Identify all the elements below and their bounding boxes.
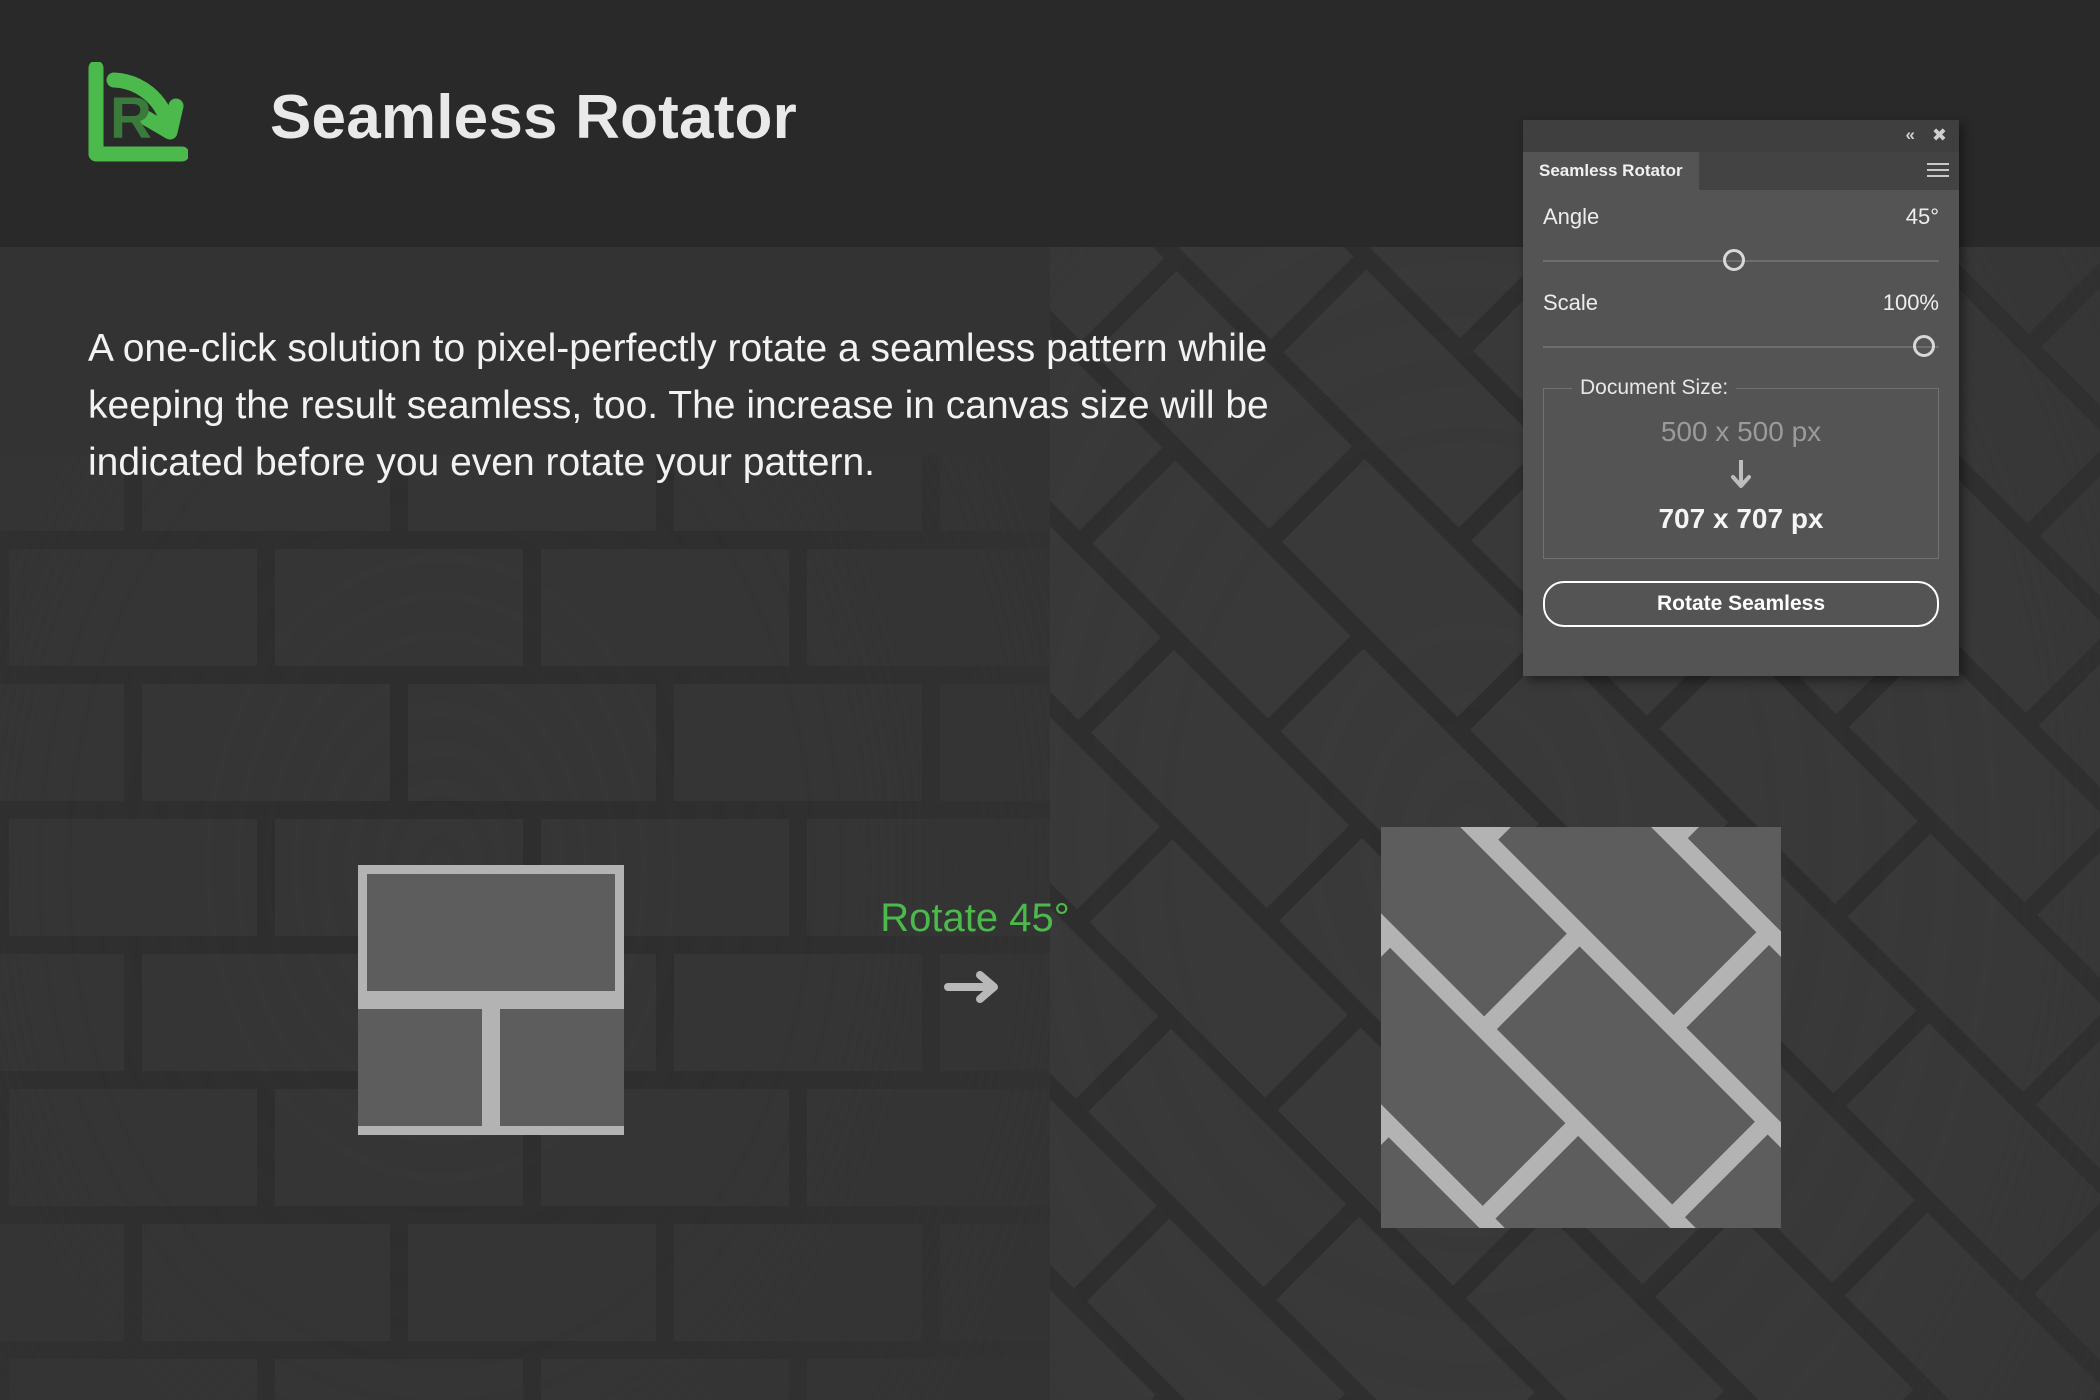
scale-label: Scale [1543, 290, 1599, 315]
scale-row: Scale 100% [1543, 290, 1939, 316]
document-size-group: Document Size: 500 x 500 px 707 x 707 px [1543, 376, 1939, 559]
angle-slider[interactable] [1543, 244, 1939, 278]
description-text: A one-click solution to pixel-perfectly … [88, 327, 1269, 484]
scale-slider-knob[interactable] [1913, 335, 1936, 357]
page-title: Seamless Rotator [270, 83, 797, 152]
close-icon[interactable]: ✖ [1932, 125, 1947, 145]
rotate-label: Rotate 45° [880, 896, 1070, 940]
scale-slider-track[interactable] [1543, 346, 1939, 348]
rotate-seamless-button[interactable]: Rotate Seamless [1543, 581, 1939, 627]
rotated-tile-highlight [1381, 827, 1781, 1228]
document-size-legend: Document Size: [1572, 376, 1737, 400]
seamless-rotator-panel: « ✖ Seamless Rotator Angle 45° Scale 100… [1523, 120, 1959, 676]
document-size-before: 500 x 500 px [1660, 416, 1822, 447]
svg-text:R: R [110, 86, 152, 151]
panel-tab-row: Seamless Rotator [1523, 152, 1959, 190]
angle-label: Angle [1543, 204, 1600, 229]
angle-value: 45° [1905, 204, 1939, 229]
scale-value: 100% [1882, 290, 1939, 315]
scale-slider[interactable] [1543, 330, 1939, 364]
hamburger-menu-icon[interactable] [1927, 163, 1949, 179]
rotate-callout: Rotate 45° [855, 895, 1095, 1012]
panel-body: Angle 45° Scale 100% Document Size: 500 … [1523, 190, 1959, 627]
angle-slider-knob[interactable] [1723, 249, 1746, 271]
arrow-right-icon [855, 967, 1095, 1012]
arrow-down-icon [1544, 457, 1938, 496]
original-tile-highlight [358, 865, 624, 1135]
panel-titlebar: « ✖ [1523, 120, 1959, 152]
document-size-after: 707 x 707 px [1658, 503, 1824, 534]
angle-row: Angle 45° [1543, 204, 1939, 230]
rotate-arrow-logo-icon: R [84, 60, 190, 166]
collapse-icon[interactable]: « [1906, 125, 1916, 145]
tab-seamless-rotator[interactable]: Seamless Rotator [1523, 152, 1699, 190]
